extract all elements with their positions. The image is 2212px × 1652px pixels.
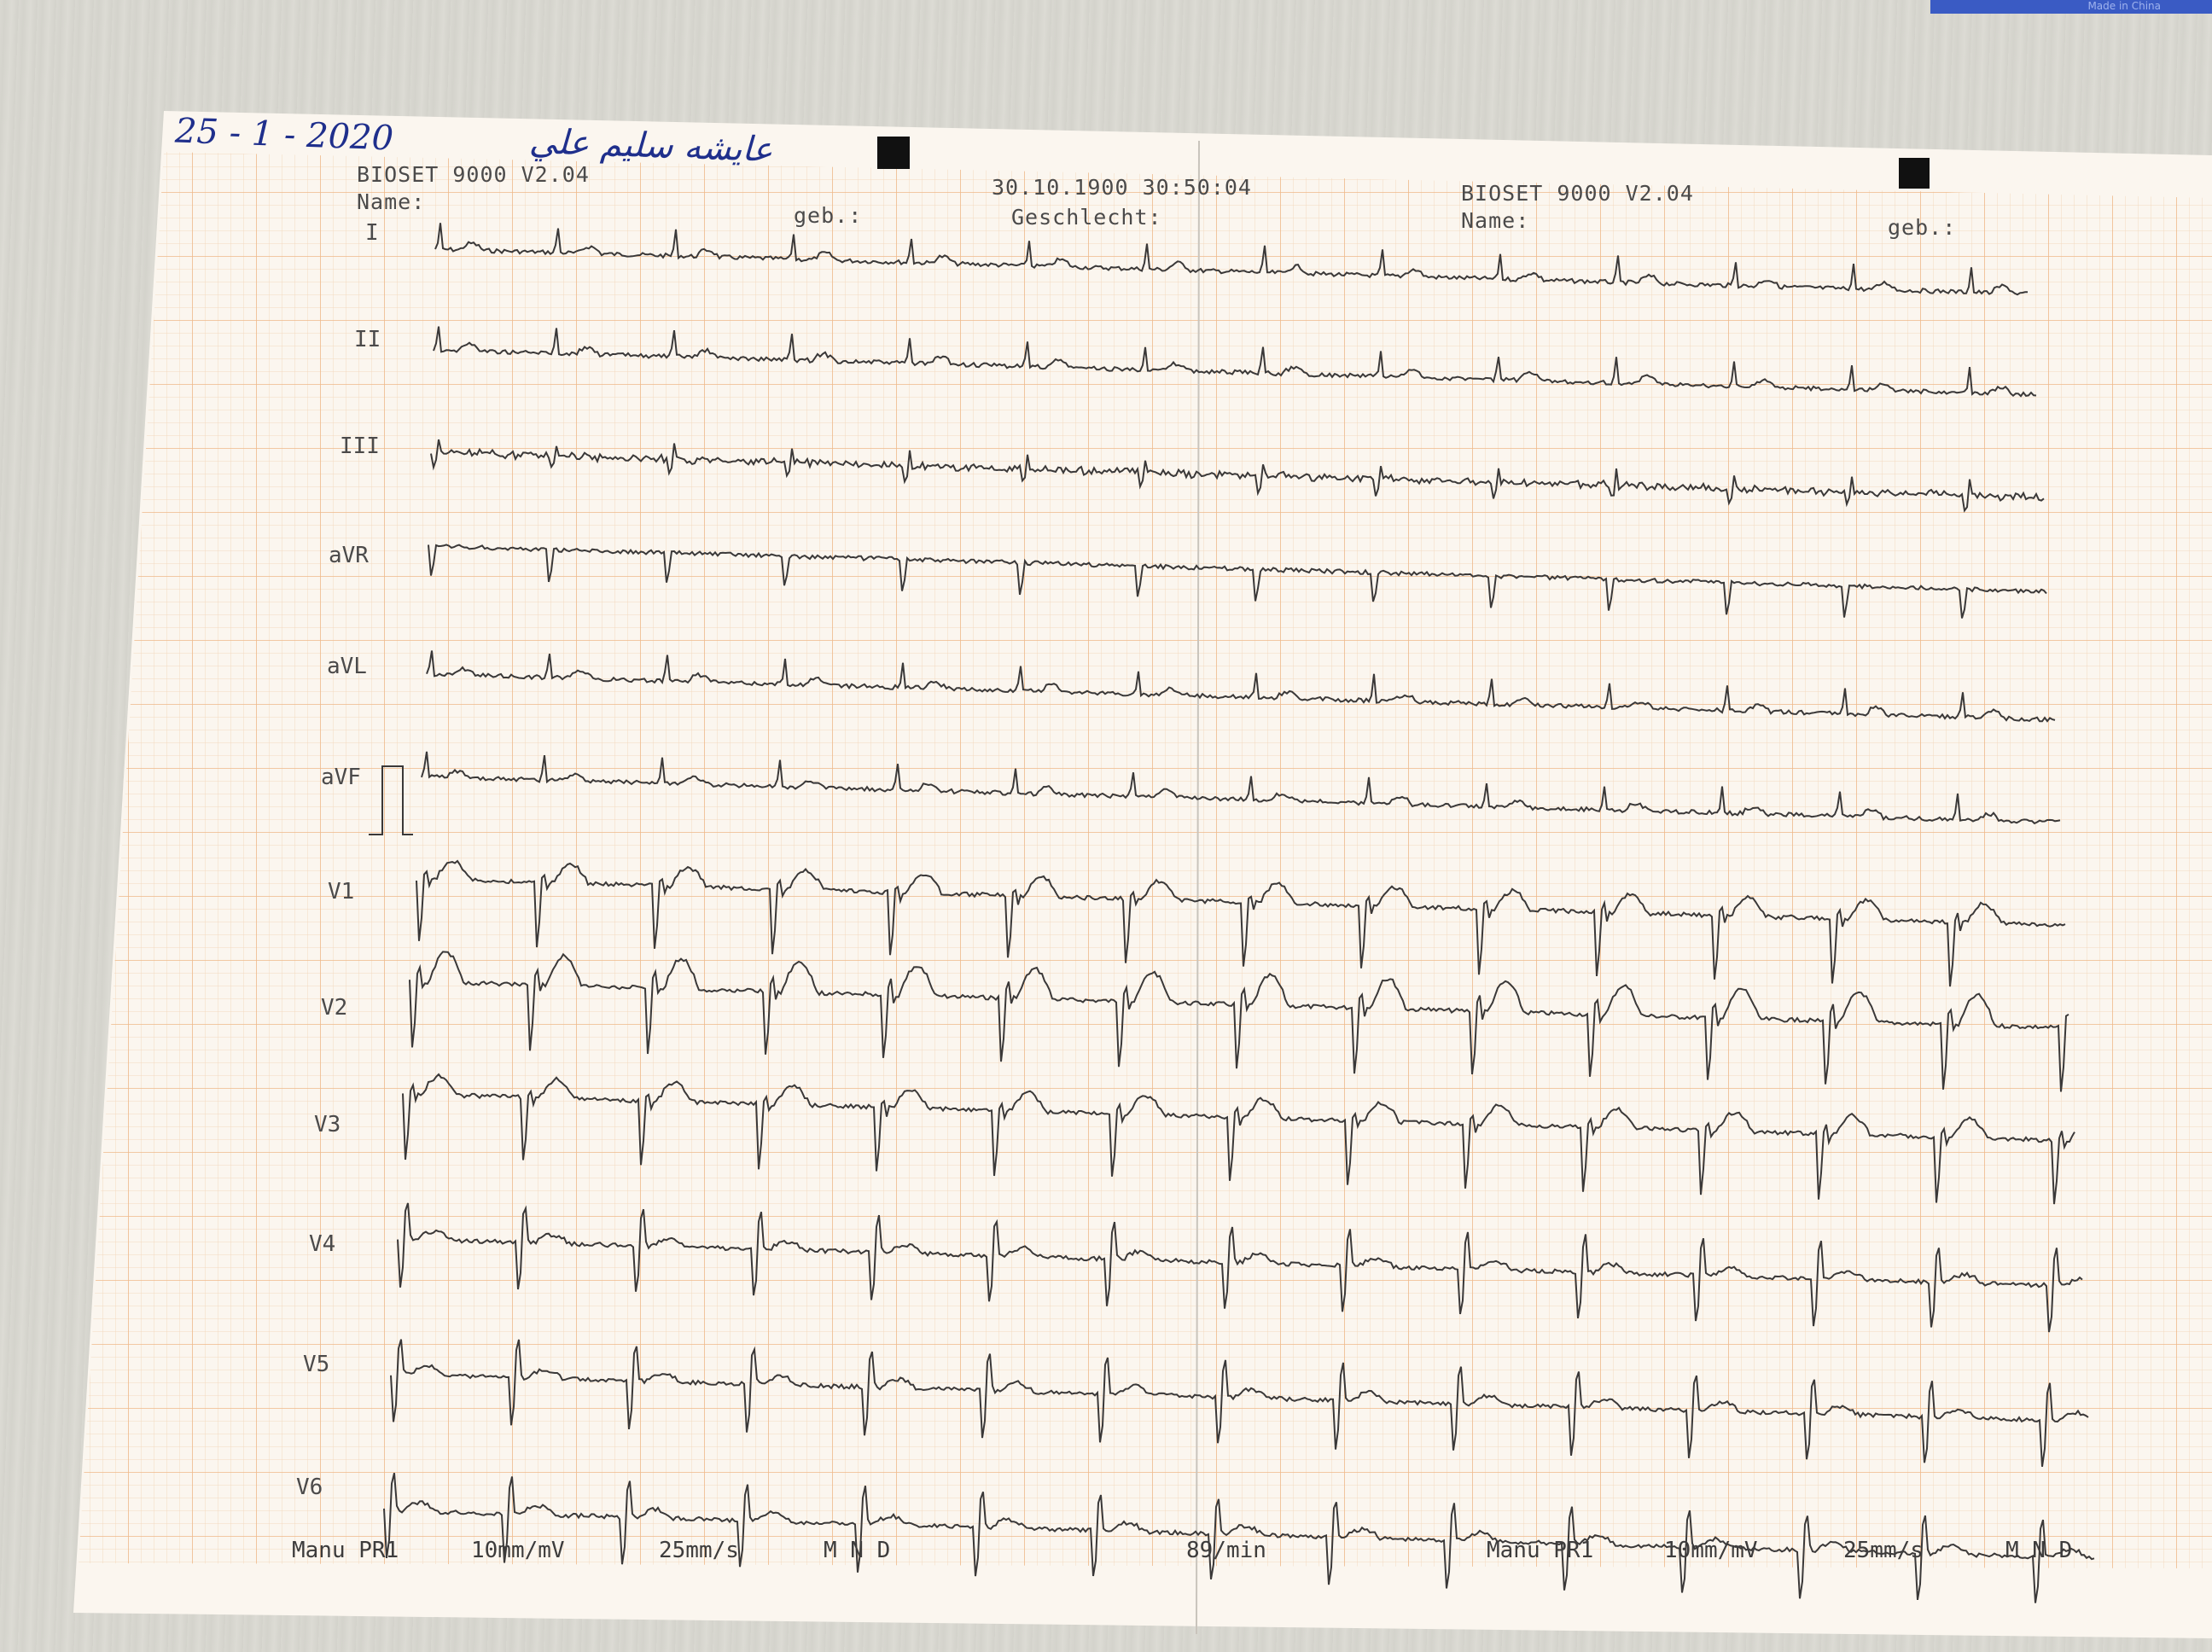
footer-speed-right: 25mm/s	[1843, 1538, 1924, 1563]
footer-mode-left: Manu PR1	[292, 1538, 399, 1563]
lead-label-V6: V6	[296, 1475, 323, 1500]
heart-rate: 89/min	[1186, 1538, 1266, 1563]
lead-label-V3: V3	[314, 1112, 341, 1137]
footer-speed-left: 25mm/s	[659, 1538, 739, 1563]
geb-label-right: geb.:	[1888, 215, 1957, 240]
geb-label-left: geb.:	[794, 203, 863, 228]
name-label-left: Name:	[357, 189, 426, 214]
footer-filters-right: M N D	[2005, 1538, 2073, 1563]
device-label-right: BIOSET 9000 V2.04	[1461, 181, 1694, 206]
device-label-left: BIOSET 9000 V2.04	[357, 162, 590, 187]
ecg-grid	[79, 152, 2212, 1568]
calibration-mark-right	[1899, 158, 1930, 189]
ecg-paper-sheet	[73, 111, 2212, 1638]
footer-filters-left: M N D	[824, 1538, 891, 1563]
lead-label-V4: V4	[309, 1231, 336, 1257]
footer-mode-right: Manu PR1	[1487, 1538, 1594, 1563]
lead-label-III: III	[340, 433, 380, 459]
lead-label-V2: V2	[321, 995, 348, 1021]
lead-label-aVR: aVR	[329, 543, 369, 568]
footer-gain-right: 10mm/mV	[1664, 1538, 1758, 1563]
calibration-mark-left	[877, 137, 910, 169]
name-label-right: Name:	[1461, 208, 1530, 233]
lead-label-I: I	[365, 220, 379, 246]
lead-label-aVL: aVL	[327, 654, 367, 679]
lead-label-V5: V5	[303, 1352, 330, 1377]
lead-label-II: II	[354, 327, 381, 352]
recording-datetime: 30.10.1900 30:50:04	[992, 175, 1252, 200]
handwritten-date: 25 - 1 - 2020	[174, 111, 394, 159]
lead-label-V1: V1	[328, 879, 355, 905]
lead-label-aVF: aVF	[321, 765, 361, 790]
sex-label: Geschlecht:	[1011, 205, 1162, 230]
footer-gain-left: 10mm/mV	[471, 1538, 565, 1563]
